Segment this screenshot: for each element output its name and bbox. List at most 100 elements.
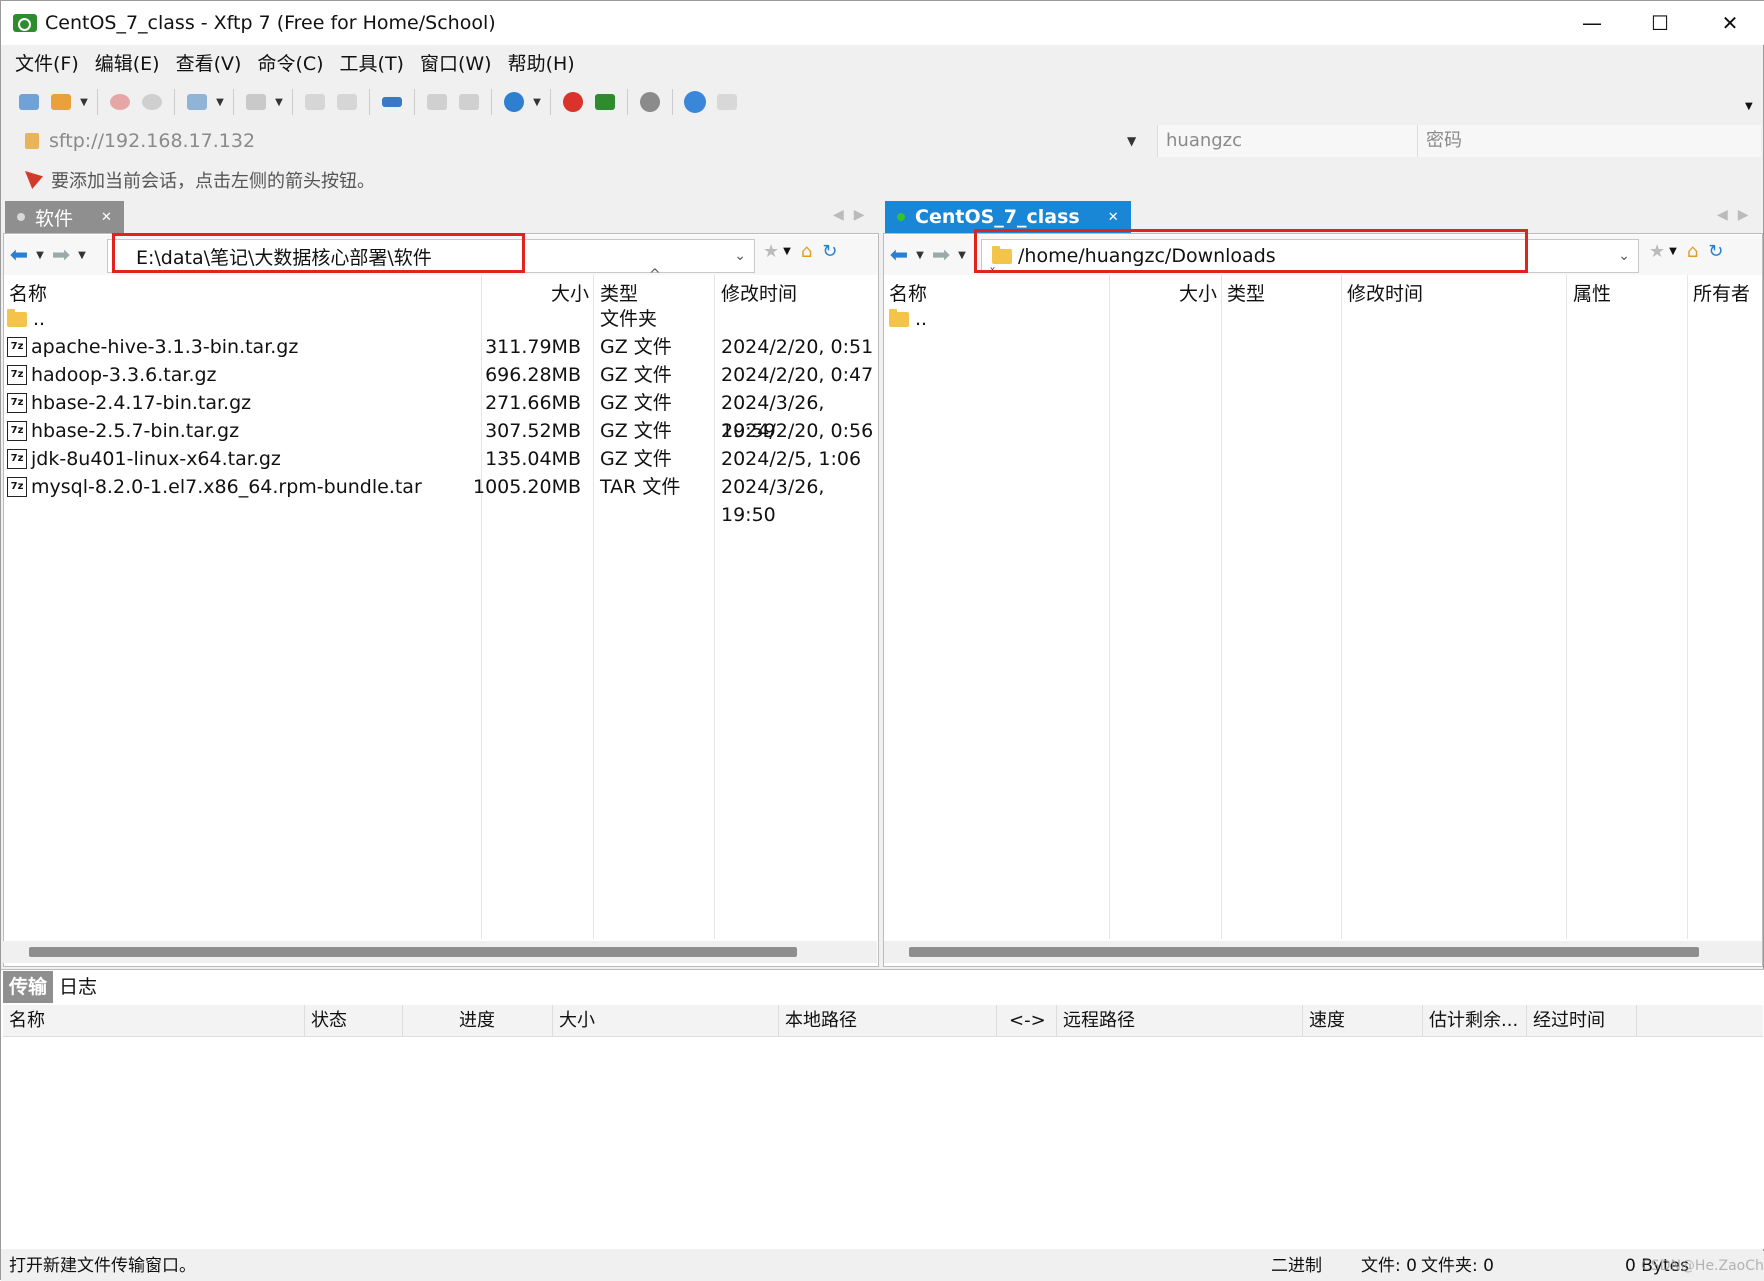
archive-file-icon: 7z xyxy=(7,477,27,497)
col-type[interactable]: 类型 xyxy=(1227,275,1265,309)
toolbar-overflow-icon[interactable]: ▼ xyxy=(1745,101,1753,112)
table-row[interactable]: 7z hadoop-3.3.6.tar.gz 696.28MB GZ 文件 2024/2… xyxy=(7,361,875,389)
gear-icon[interactable] xyxy=(636,88,664,116)
col-owner[interactable]: 所有者 xyxy=(1693,275,1750,309)
bookmark-dropdown-icon[interactable]: ▼ xyxy=(1669,246,1677,257)
table-row[interactable]: 7z apache-hive-3.1.3-bin.tar.gz 311.79MB GZ… xyxy=(7,333,875,361)
bookmark-star-icon[interactable]: ★ xyxy=(763,241,779,262)
col-attributes[interactable]: 属性 xyxy=(1573,275,1611,309)
remote-path-input[interactable]: /home/huangzc/Downloads ⌄ xyxy=(981,239,1639,273)
globe-icon[interactable] xyxy=(500,88,528,116)
username-field[interactable]: huangzc xyxy=(1157,125,1417,157)
table-row[interactable]: .. 文件夹 xyxy=(7,305,875,333)
col-transfer-status[interactable]: 状态 xyxy=(305,1005,403,1037)
forward-dropdown-icon[interactable]: ▼ xyxy=(956,250,968,261)
minimize-button[interactable]: — xyxy=(1557,1,1627,45)
bookmark-dropdown-icon[interactable]: ▼ xyxy=(783,246,791,257)
table-row[interactable]: 7z hbase-2.4.17-bin.tar.gz 271.66MB GZ 文件 20… xyxy=(7,389,875,442)
back-icon[interactable]: ⬅ xyxy=(4,243,34,268)
list-item[interactable]: .. xyxy=(889,305,927,333)
maximize-button[interactable]: ☐ xyxy=(1625,1,1695,45)
col-transfer-name[interactable]: 名称 xyxy=(3,1005,305,1037)
col-transfer-size[interactable]: 大小 xyxy=(553,1005,779,1037)
status-transfer-mode[interactable]: 二进制 xyxy=(1271,1251,1322,1281)
local-hscroll-thumb[interactable] xyxy=(29,947,797,957)
forward-icon[interactable]: ➡ xyxy=(926,243,956,268)
col-transfer-elapsed[interactable]: 经过时间 xyxy=(1527,1005,1637,1037)
right-tab-scroll-icon[interactable]: ◀▶ xyxy=(1717,207,1759,223)
menu-window[interactable]: 窗口(W) xyxy=(412,45,500,83)
left-tab-scroll-icon[interactable]: ◀▶ xyxy=(833,207,875,223)
transfer-tabs: 传输 日志 xyxy=(3,971,103,1003)
col-size[interactable]: 大小 xyxy=(551,275,589,309)
back-dropdown-icon[interactable]: ▼ xyxy=(34,250,46,261)
col-transfer-eta[interactable]: 估计剩余... xyxy=(1423,1005,1527,1037)
reconnect-icon[interactable] xyxy=(138,88,166,116)
refresh-icon[interactable]: ↻ xyxy=(822,241,837,262)
disconnect-icon[interactable] xyxy=(106,88,134,116)
refresh-icon[interactable]: ↻ xyxy=(1708,241,1723,262)
table-row[interactable]: 7z jdk-8u401-linux-x64.tar.gz 135.04MB GZ 文… xyxy=(7,445,875,473)
back-icon[interactable]: ⬅ xyxy=(884,243,914,268)
paste-icon[interactable] xyxy=(455,88,483,116)
menu-command[interactable]: 命令(C) xyxy=(249,45,331,83)
add-session-arrow-icon[interactable] xyxy=(25,171,43,189)
menu-view[interactable]: 查看(V) xyxy=(168,45,250,83)
path-dropdown-icon[interactable]: ⌄ xyxy=(1618,248,1630,264)
home-folder-icon[interactable]: ⌂ xyxy=(1687,241,1698,262)
upload-icon[interactable] xyxy=(301,88,329,116)
tab-close-icon[interactable]: ✕ xyxy=(1108,210,1119,225)
globe-dropdown-icon[interactable]: ▼ xyxy=(532,97,542,108)
menu-file[interactable]: 文件(F) xyxy=(7,45,87,83)
menu-edit[interactable]: 编辑(E) xyxy=(87,45,168,83)
col-transfer-direction[interactable]: <-> xyxy=(997,1005,1057,1037)
home-folder-icon[interactable]: ⌂ xyxy=(801,241,812,262)
col-size[interactable]: 大小 xyxy=(1179,275,1217,309)
open-folder-icon[interactable] xyxy=(47,88,75,116)
new-tab-icon[interactable] xyxy=(183,88,211,116)
password-field[interactable]: 密码 xyxy=(1417,125,1761,157)
forward-icon[interactable]: ➡ xyxy=(46,243,76,268)
terminal-dropdown-icon[interactable]: ▼ xyxy=(274,97,284,108)
host-dropdown-icon[interactable]: ▼ xyxy=(1127,134,1157,148)
tab-local[interactable]: 软件 ✕ xyxy=(5,201,124,233)
xftp-icon[interactable] xyxy=(591,88,619,116)
table-row[interactable]: 7z mysql-8.2.0-1.el7.x86_64.rpm-bundle.ta… xyxy=(7,473,875,526)
col-transfer-local-path[interactable]: 本地路径 xyxy=(779,1005,997,1037)
tab-dropdown-icon[interactable]: ▼ xyxy=(215,97,225,108)
terminal-icon[interactable] xyxy=(242,88,270,116)
col-type[interactable]: 类型 xyxy=(600,275,638,309)
download-icon[interactable] xyxy=(333,88,361,116)
menu-tools[interactable]: 工具(T) xyxy=(332,45,412,83)
tab-close-icon[interactable]: ✕ xyxy=(101,210,112,225)
open-dropdown-icon[interactable]: ▼ xyxy=(79,97,89,108)
tab-transfer[interactable]: 传输 xyxy=(3,971,54,1003)
bookmark-star-icon[interactable]: ★ xyxy=(1649,241,1665,262)
title-bar: CentOS_7_class - Xftp 7 (Free for Home/S… xyxy=(1,1,1764,45)
new-session-icon[interactable] xyxy=(15,88,43,116)
col-transfer-speed[interactable]: 速度 xyxy=(1303,1005,1423,1037)
col-name[interactable]: 名称 xyxy=(889,275,927,309)
sync-arrows-icon[interactable] xyxy=(378,88,406,116)
chat-icon[interactable] xyxy=(713,88,741,116)
forward-dropdown-icon[interactable]: ▼ xyxy=(76,250,88,261)
tab-log[interactable]: 日志 xyxy=(53,971,103,1003)
col-transfer-remote-path[interactable]: 远程路径 xyxy=(1057,1005,1303,1037)
host-input[interactable]: sftp://192.168.17.132 xyxy=(49,130,1127,152)
xshell-icon[interactable] xyxy=(559,88,587,116)
col-modified[interactable]: 修改时间 xyxy=(721,275,797,309)
help-icon[interactable] xyxy=(681,88,709,116)
back-dropdown-icon[interactable]: ▼ xyxy=(914,250,926,261)
col-name[interactable]: 名称 xyxy=(9,275,47,309)
close-button[interactable]: ✕ xyxy=(1695,1,1764,45)
table-row[interactable]: 7z hbase-2.5.7-bin.tar.gz 307.52MB GZ 文件 202… xyxy=(7,417,875,445)
col-modified[interactable]: 修改时间 xyxy=(1347,275,1423,309)
copy-icon[interactable] xyxy=(423,88,451,116)
col-transfer-progress[interactable]: 进度 xyxy=(403,1005,553,1037)
tab-remote[interactable]: CentOS_7_class ✕ xyxy=(885,201,1131,233)
path-dropdown-icon[interactable]: ⌄ xyxy=(734,248,746,264)
remote-hscroll-thumb[interactable] xyxy=(909,947,1699,957)
right-tabstrip: CentOS_7_class ✕ xyxy=(885,201,1131,233)
file-name: jdk-8u401-linux-x64.tar.gz xyxy=(31,448,281,470)
menu-help[interactable]: 帮助(H) xyxy=(500,45,583,83)
